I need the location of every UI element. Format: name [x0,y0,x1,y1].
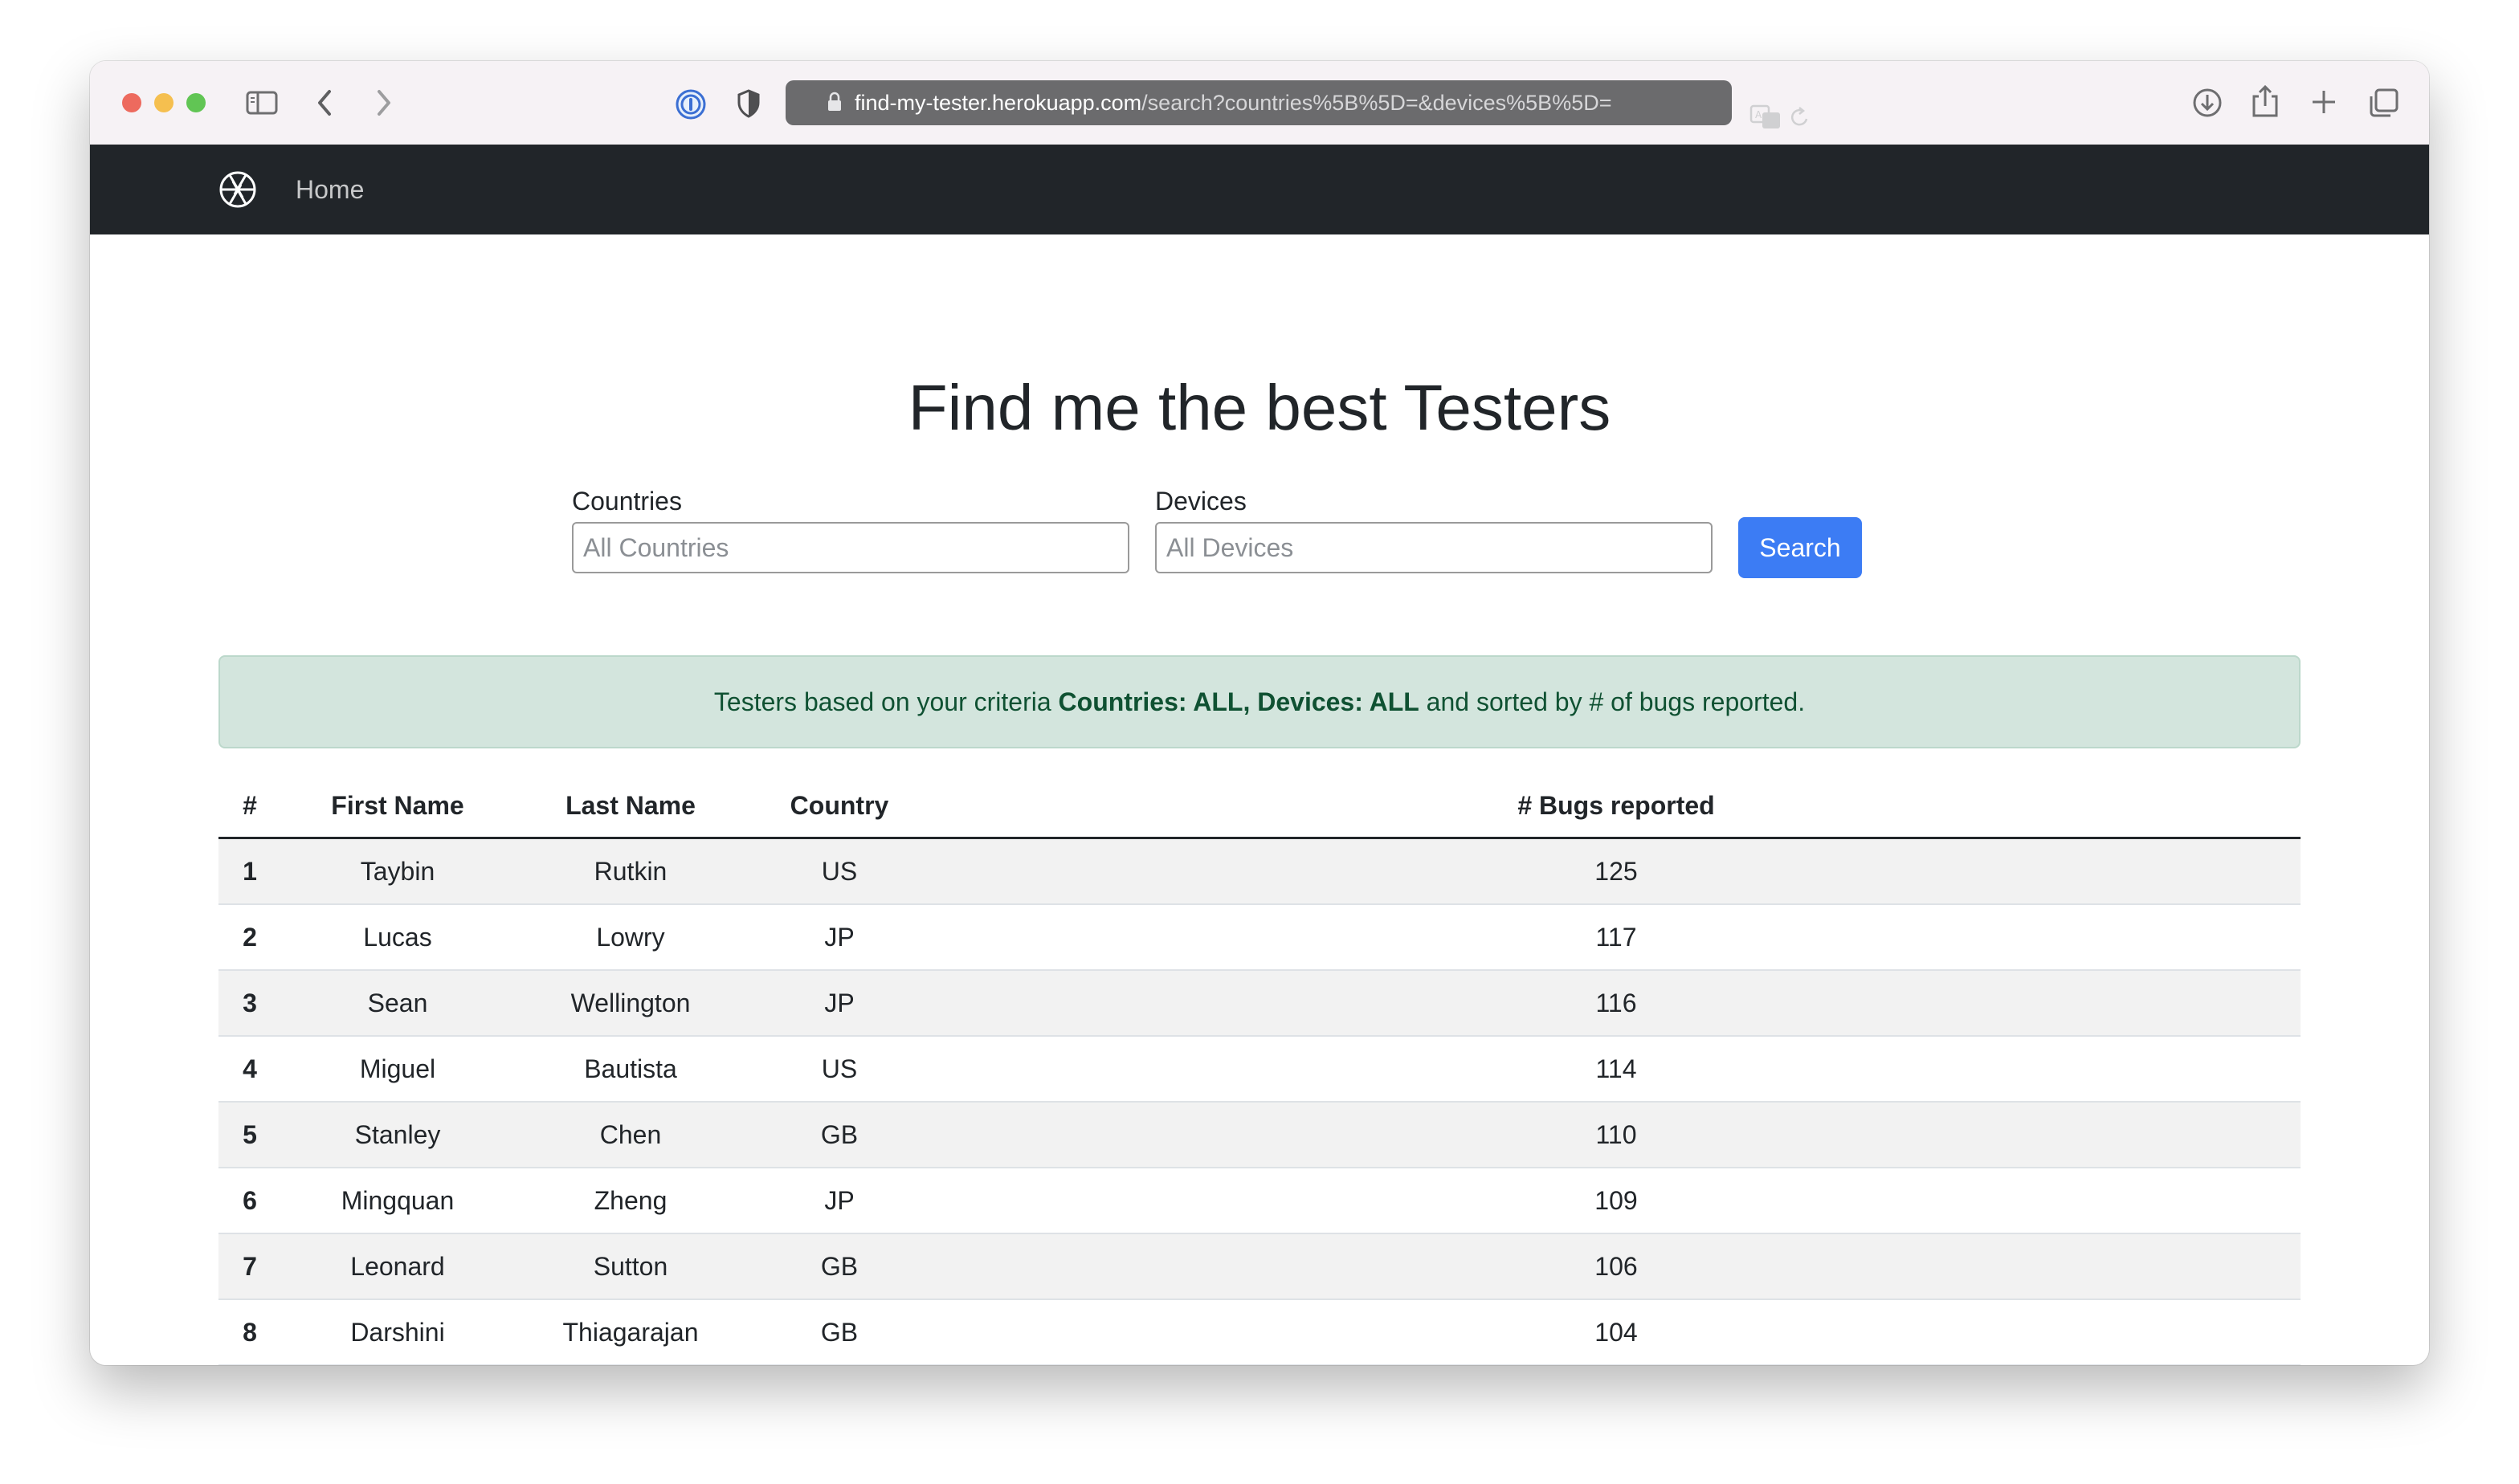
cell-first-name: Stanley [281,1102,514,1168]
cell-bugs: 104 [932,1299,2301,1365]
sidebar-toggle-icon[interactable] [246,90,278,116]
minimize-window-button[interactable] [154,93,174,112]
header-bugs-reported[interactable]: # Bugs reported [932,774,2301,839]
alert-suffix: and sorted by # of bugs reported. [1419,687,1806,716]
reload-icon[interactable] [1790,106,1811,128]
testers-table: # First Name Last Name Country # Bugs re… [218,774,2301,1365]
url-text: find-my-tester.herokuapp.com/search?coun… [855,80,1626,125]
cell-first-name: Miguel [281,1036,514,1103]
cell-country: US [747,838,932,905]
table-row: 4 Miguel Bautista US 114 [218,1036,2301,1103]
cell-country: US [747,1036,932,1103]
forward-chevron-icon[interactable] [374,88,394,117]
table-row: 1 Taybin Rutkin US 125 [218,838,2301,905]
cell-last-name: Thiagarajan [514,1299,747,1365]
header-country[interactable]: Country [747,774,932,839]
cell-country: GB [747,1102,932,1168]
cell-country: JP [747,970,932,1037]
zoom-window-button[interactable] [186,93,206,112]
table-row: 8 Darshini Thiagarajan GB 104 [218,1299,2301,1365]
browser-toolbar: find-my-tester.herokuapp.com/search?coun… [90,61,2429,145]
cell-country: JP [747,1168,932,1234]
table-row: 5 Stanley Chen GB 110 [218,1102,2301,1168]
cell-bugs: 114 [932,1036,2301,1103]
results-criteria-alert: Testers based on your criteria Countries… [218,655,2301,748]
browser-window: find-my-tester.herokuapp.com/search?coun… [90,61,2429,1365]
table-row: 7 Leonard Sutton GB 106 [218,1233,2301,1300]
cell-first-name: Sean [281,970,514,1037]
cell-last-name: Zheng [514,1168,747,1234]
nav-home-link[interactable]: Home [296,145,364,234]
cell-rank: 5 [218,1102,281,1168]
devices-label: Devices [1155,487,1247,516]
cell-rank: 1 [218,838,281,905]
table-header-row: # First Name Last Name Country # Bugs re… [218,774,2301,839]
tab-overview-icon[interactable] [2368,87,2400,119]
table-row: 3 Sean Wellington JP 116 [218,970,2301,1037]
cell-rank: 2 [218,904,281,971]
header-last-name[interactable]: Last Name [514,774,747,839]
close-window-button[interactable] [122,93,141,112]
header-first-name[interactable]: First Name [281,774,514,839]
shield-icon[interactable] [736,88,761,119]
url-path: /search?countries%5B%5D=&devices%5B%5D= [1141,91,1612,115]
cell-last-name: Wellington [514,970,747,1037]
header-rank[interactable]: # [218,774,281,839]
lock-icon [827,92,842,116]
cell-rank: 6 [218,1168,281,1234]
cell-bugs: 110 [932,1102,2301,1168]
alert-prefix: Testers based on your criteria [713,687,1059,716]
downloads-icon[interactable] [2191,87,2223,119]
password-manager-icon[interactable] [675,88,707,120]
cell-rank: 8 [218,1299,281,1365]
search-button[interactable]: Search [1738,517,1862,578]
cell-country: GB [747,1299,932,1365]
cell-rank: 3 [218,970,281,1037]
countries-input[interactable] [572,522,1129,573]
table-row: 2 Lucas Lowry JP 117 [218,904,2301,971]
devices-input[interactable] [1155,522,1713,573]
share-icon[interactable] [2251,84,2280,119]
url-host: find-my-tester.herokuapp.com [855,91,1142,115]
cell-bugs: 109 [932,1168,2301,1234]
table-row: 6 Mingquan Zheng JP 109 [218,1168,2301,1234]
translate-icon[interactable]: A [1749,104,1782,130]
cell-country: GB [747,1233,932,1300]
cell-first-name: Taybin [281,838,514,905]
cell-last-name: Bautista [514,1036,747,1103]
aperture-icon[interactable] [218,170,257,209]
cell-last-name: Sutton [514,1233,747,1300]
cell-first-name: Lucas [281,904,514,971]
page-title: Find me the best Testers [908,372,1611,443]
cell-bugs: 125 [932,838,2301,905]
cell-bugs: 106 [932,1233,2301,1300]
address-bar[interactable]: find-my-tester.herokuapp.com/search?coun… [786,80,1732,125]
new-tab-icon[interactable] [2310,88,2337,116]
site-navbar: Home [90,145,2429,234]
cell-last-name: Lowry [514,904,747,971]
cell-first-name: Leonard [281,1233,514,1300]
alert-criteria: Countries: ALL, Devices: ALL [1058,687,1419,716]
cell-last-name: Chen [514,1102,747,1168]
cell-last-name: Rutkin [514,838,747,905]
cell-rank: 4 [218,1036,281,1103]
cell-rank: 7 [218,1233,281,1300]
cell-first-name: Darshini [281,1299,514,1365]
cell-bugs: 116 [932,970,2301,1037]
cell-first-name: Mingquan [281,1168,514,1234]
back-chevron-icon[interactable] [315,88,334,117]
countries-label: Countries [572,487,682,516]
svg-text:A: A [1755,109,1762,120]
cell-country: JP [747,904,932,971]
cell-bugs: 117 [932,904,2301,971]
